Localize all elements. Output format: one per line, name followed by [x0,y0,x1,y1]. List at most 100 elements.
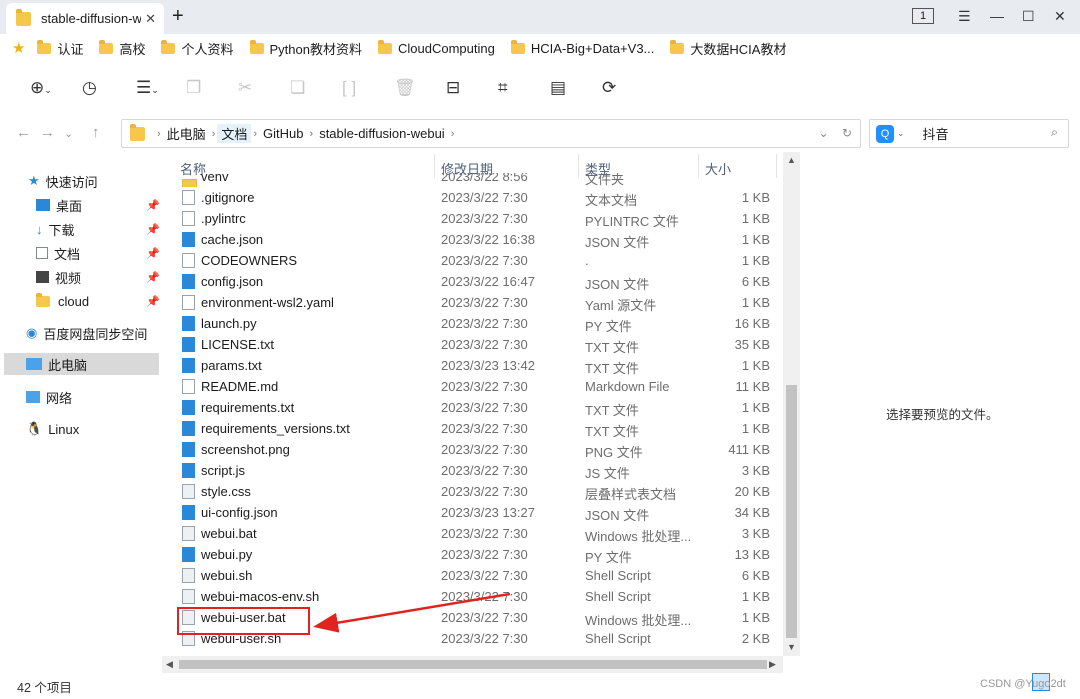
scroll-down-icon[interactable]: ▼ [787,642,796,652]
file-row[interactable]: ui-config.json 2023/3/23 13:27 JSON 文件 34 K… [162,502,782,523]
file-size: 1 KB [741,253,770,268]
bookmark-item[interactable]: 高校 [99,39,145,58]
forward-icon[interactable]: → [40,124,55,141]
file-row[interactable]: cache.json 2023/3/22 16:38 JSON 文件 1 KB [162,229,782,250]
up-icon[interactable]: ↑ [92,124,100,141]
sidebar-item-desktop[interactable]: 桌面 📌 [36,194,160,216]
file-type: JS 文件 [585,466,630,481]
bookmark-item[interactable]: 个人资料 [161,39,234,58]
scroll-right-icon[interactable]: ▶ [769,659,776,670]
video-icon [36,271,49,283]
pin-icon[interactable]: 📌 [146,247,160,260]
vertical-scrollbar[interactable]: ▲ ▼ [783,152,800,656]
scroll-thumb[interactable] [786,385,797,638]
bookmark-item[interactable]: CloudComputing [377,39,495,56]
file-row[interactable]: style.css 2023/3/22 7:30 层叠样式表文档 20 KB [162,481,782,502]
quick-access[interactable]: ★ 快速访问 [28,170,98,192]
breadcrumb-stable-diffusion-webui[interactable]: stable-diffusion-webui [315,126,449,141]
sidebar-item-videos[interactable]: 视频 📌 [36,266,160,288]
menu-icon[interactable]: ☰ [958,8,971,25]
file-row[interactable]: screenshot.png 2023/3/22 7:30 PNG 文件 411 KB [162,439,782,460]
search-input[interactable]: Q ⌄ 抖音 ⌕ [869,119,1069,148]
rename-icon[interactable]: [ ] [342,78,356,98]
search-engine-icon[interactable]: Q [876,124,894,143]
new-item-icon[interactable]: ⊕⌄ [30,78,52,98]
script-file-icon [182,568,195,583]
file-row[interactable]: requirements_versions.txt 2023/3/22 7:30 T… [162,418,782,439]
new-tab-button[interactable]: + [172,5,184,28]
bookmark-item[interactable]: Python教材资料 [249,39,362,58]
pin-icon[interactable]: 📌 [146,199,160,212]
close-tab-icon[interactable]: ✕ [145,11,156,27]
file-row[interactable]: .pylintrc 2023/3/22 7:30 PYLINTRC 文件 1 KB [162,208,782,229]
pin-icon[interactable]: 📌 [146,295,160,308]
breadcrumb-github[interactable]: GitHub [259,126,307,141]
file-row[interactable]: environment-wsl2.yaml 2023/3/22 7:30 Yaml … [162,292,782,313]
computer-icon [26,358,42,370]
back-icon[interactable]: ← [16,124,31,141]
tab-stable-diffusion-webui[interactable]: stable-diffusion-webui ✕ [6,3,164,34]
sidebar-item-linux[interactable]: 🐧 Linux [26,418,79,440]
copy-icon[interactable]: ❐ [186,78,201,98]
sidebar-item-this-pc[interactable]: 此电脑 [4,353,159,375]
sidebar-item-documents[interactable]: 文档 📌 [36,242,160,264]
folder-icon [130,123,145,141]
address-row: ← → ⌄ ↑ › 此电脑 › 文档 › GitHub › stable-dif… [0,114,1080,152]
sidebar-item-cloud[interactable]: cloud 📌 [36,290,160,312]
file-row[interactable]: requirements.txt 2023/3/22 7:30 TXT 文件 1 KB [162,397,782,418]
scroll-up-icon[interactable]: ▲ [787,155,796,165]
file-icon [182,358,195,373]
bookmark-item[interactable]: HCIA-Big+Data+V3... [510,39,654,56]
bookmark-item[interactable]: 大数据HCIA教材 [670,39,786,58]
cut-icon[interactable]: ✂ [238,78,252,98]
bookmark-item[interactable]: 认证 [37,39,83,58]
save-icon[interactable]: ▤ [550,78,566,98]
file-row[interactable]: launch.py 2023/3/22 7:30 PY 文件 16 KB [162,313,782,334]
sidebar-item-baidu-sync[interactable]: ◉ 百度网盘同步空间 [26,322,147,344]
breadcrumb-documents[interactable]: 文档 [217,124,252,143]
recent-dropdown-icon[interactable]: ⌄ [64,127,73,140]
file-row[interactable]: LICENSE.txt 2023/3/22 7:30 TXT 文件 35 KB [162,334,782,355]
close-window-button[interactable]: ✕ [1054,8,1066,25]
file-size: 6 KB [741,568,770,583]
file-row[interactable]: README.md 2023/3/22 7:30 Markdown File 11 K… [162,376,782,397]
maximize-button[interactable]: ☐ [1022,8,1035,25]
file-row[interactable]: params.txt 2023/3/23 13:42 TXT 文件 1 KB [162,355,782,376]
breadcrumb-this-pc[interactable]: 此电脑 [163,124,210,143]
address-dropdown-icon[interactable]: ⌄ [819,126,829,140]
minimize-button[interactable]: — [990,8,1004,24]
file-row[interactable]: CODEOWNERS 2023/3/22 7:30. 1 KB [162,250,782,271]
file-name: launch.py [201,316,257,331]
properties-icon[interactable]: ⊟ [446,78,460,98]
search-icon[interactable]: ⌕ [1051,125,1058,140]
history-icon[interactable]: ◷ [82,78,97,98]
pin-icon[interactable]: 📌 [146,271,160,284]
scroll-left-icon[interactable]: ◀ [166,659,173,670]
view-icon[interactable]: ☰⌄ [136,78,159,98]
sidebar-item-downloads[interactable]: ↓ 下载 📌 [36,218,160,240]
window-count-badge[interactable]: 1 [912,8,934,24]
pin-icon[interactable]: 📌 [146,223,160,236]
refresh-icon[interactable]: ↻ [842,126,852,140]
chevron-down-icon[interactable]: ⌄ [897,128,905,139]
star-icon[interactable]: ★ [12,39,25,57]
file-icon [182,211,195,226]
file-date: 2023/3/23 13:42 [441,358,535,373]
paste-icon[interactable]: ❏ [290,78,305,98]
file-row[interactable]: venv 2023/3/22 8:56 文件夹 [162,173,782,187]
file-row[interactable]: .gitignore 2023/3/22 7:30 文本文档 1 KB [162,187,782,208]
file-row[interactable]: script.js 2023/3/22 7:30 JS 文件 3 KB [162,460,782,481]
file-row[interactable]: webui.sh 2023/3/22 7:30 Shell Script 6 KB [162,565,782,586]
crop-icon[interactable]: ⌗ [498,78,508,98]
horizontal-scrollbar[interactable]: ◀ ▶ [162,656,783,673]
sidebar-item-network[interactable]: 网络 [26,386,72,408]
file-row[interactable]: config.json 2023/3/22 16:47 JSON 文件 6 KB [162,271,782,292]
file-row[interactable]: webui.bat 2023/3/22 7:30 Windows 批处理... 3 K… [162,523,782,544]
scroll-thumb[interactable] [179,660,767,669]
folder-icon [249,39,264,54]
file-row[interactable]: webui.py 2023/3/22 7:30 PY 文件 13 KB [162,544,782,565]
refresh-web-icon[interactable]: ⟳ [602,78,616,98]
address-bar[interactable]: › 此电脑 › 文档 › GitHub › stable-diffusion-w… [121,119,861,148]
delete-icon[interactable]: 🗑 [394,78,416,98]
file-icon [182,442,195,457]
